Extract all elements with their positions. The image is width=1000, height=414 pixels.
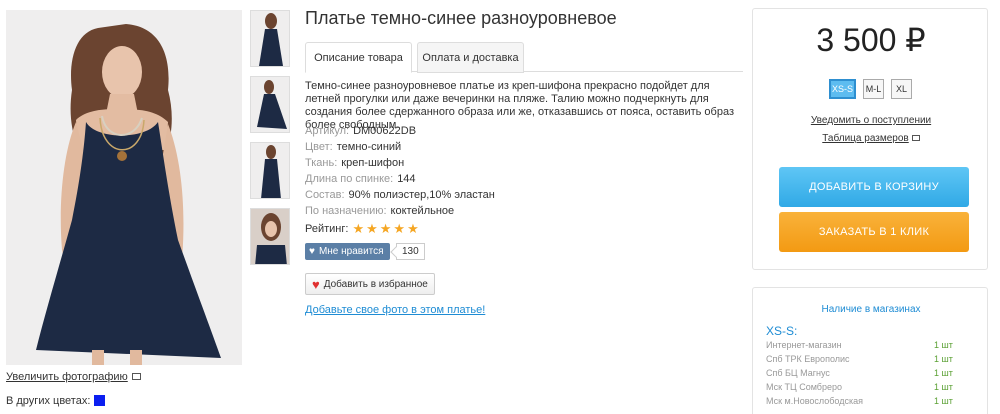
store-name: Спб ТРК Европолис — [766, 354, 850, 364]
store-row: Спб БЦ Магнус 1 шт — [766, 368, 956, 382]
size-xl[interactable]: XL — [891, 79, 912, 99]
prop-key: Длина по спинке: — [305, 173, 394, 185]
currency-symbol: ₽ — [905, 22, 926, 58]
prop-value: 90% полиэстер,10% эластан — [348, 189, 495, 201]
prop-key: Ткань: — [305, 157, 338, 169]
store-row: Мск м.Новослободская 1 шт — [766, 396, 956, 410]
size-table-label: Таблица размеров — [822, 133, 909, 144]
popup-window-icon — [911, 135, 920, 141]
store-qty: 1 шт — [934, 340, 953, 350]
product-tabs: Описание товара Оплата и доставка — [305, 42, 743, 73]
popup-window-icon — [131, 373, 141, 380]
thumbnail-image — [251, 209, 289, 264]
size-selector: XS-S M-L XL — [829, 79, 919, 99]
availability-title: Наличие в магазинах — [821, 304, 921, 315]
store-row: Спб ТРК Европолис 1 шт — [766, 354, 956, 368]
prop-purpose: По назначению: коктейльное — [305, 205, 495, 221]
prop-fabric: Ткань: креп-шифон — [305, 157, 495, 173]
star-icons[interactable]: ★★★★★ — [352, 221, 420, 237]
thumbnail-image — [251, 77, 289, 132]
store-qty: 1 шт — [934, 382, 953, 392]
prop-key: Состав: — [305, 189, 345, 201]
store-name: Мск м.Новослободская — [766, 396, 864, 406]
store-row: Интернет-магазин 1 шт — [766, 340, 956, 354]
add-to-cart-button[interactable]: ДОБАВИТЬ В КОРЗИНУ — [779, 167, 969, 207]
thumbnail-strip — [250, 10, 290, 274]
price: 3 500 ₽ — [753, 21, 989, 59]
store-qty: 1 шт — [934, 368, 953, 378]
size-table-link[interactable]: Таблица размеров — [753, 133, 989, 144]
availability-size: XS-S: — [766, 324, 798, 338]
likes: ♥ Мне нравится 130 — [305, 243, 425, 260]
prop-color: Цвет: темно-синий — [305, 141, 495, 157]
prop-composition: Состав: 90% полиэстер,10% эластан — [305, 189, 495, 205]
color-swatch-blue[interactable] — [94, 395, 106, 406]
availability-list: Интернет-магазин 1 шт Спб ТРК Европолис 1 … — [766, 340, 956, 410]
prop-value: креп-шифон — [341, 157, 405, 169]
model-photo — [6, 10, 242, 365]
prop-article: Артикул: DM00622DB — [305, 125, 495, 141]
size-m-l[interactable]: M-L — [863, 79, 884, 99]
size-xs-s[interactable]: XS-S — [829, 79, 856, 99]
prop-length: Длина по спинке: 144 — [305, 173, 495, 189]
one-click-order-button[interactable]: ЗАКАЗАТЬ В 1 КЛИК — [779, 212, 969, 252]
store-qty: 1 шт — [934, 354, 953, 364]
prop-key: Артикул: — [305, 125, 350, 137]
price-value: 3 500 — [816, 22, 897, 58]
thumbnail-1[interactable] — [250, 10, 290, 67]
prop-key: Цвет: — [305, 141, 333, 153]
rating-label: Рейтинг: — [305, 223, 349, 235]
thumbnail-image — [251, 11, 289, 66]
like-count: 130 — [396, 243, 425, 260]
like-label: Мне нравится — [318, 246, 384, 257]
prop-value: коктейльное — [390, 205, 455, 217]
favorites-label: Добавить в избранное — [323, 278, 428, 290]
like-button[interactable]: ♥ Мне нравится — [305, 243, 390, 260]
product-properties: Артикул: DM00622DB Цвет: темно-синий Ткань… — [305, 125, 495, 221]
store-availability: Наличие в магазинах XS-S: Интернет-магаз… — [752, 287, 988, 414]
store-name: Мск ТЦ Сомбреро — [766, 382, 842, 392]
notify-link[interactable]: Уведомить о поступлении — [753, 115, 989, 126]
product-title: Платье темно-синее разноуровневое — [305, 8, 617, 28]
other-colors-label: В других цветах: — [6, 395, 91, 407]
enlarge-photo-label: Увеличить фотографию — [6, 371, 128, 383]
thumbnail-3[interactable] — [250, 142, 290, 199]
store-qty: 1 шт — [934, 396, 953, 406]
main-product-photo[interactable] — [6, 10, 242, 365]
add-to-favorites-button[interactable]: ♥ Добавить в избранное — [305, 273, 435, 295]
thumbnail-4[interactable] — [250, 208, 290, 265]
store-name: Спб БЦ Магнус — [766, 368, 830, 378]
rating: Рейтинг: ★★★★★ — [305, 221, 421, 237]
thumbnail-image — [251, 143, 289, 198]
prop-key: По назначению: — [305, 205, 387, 217]
heart-icon: ♥ — [312, 276, 320, 292]
other-colors: В других цветах: — [6, 395, 106, 407]
tab-payment-delivery[interactable]: Оплата и доставка — [417, 42, 524, 73]
heart-icon: ♥ — [309, 246, 315, 257]
store-name: Интернет-магазин — [766, 340, 842, 350]
prop-value: темно-синий — [336, 141, 402, 153]
store-row: Мск ТЦ Сомбреро 1 шт — [766, 382, 956, 396]
enlarge-photo-link[interactable]: Увеличить фотографию — [6, 371, 141, 383]
prop-value: DM00622DB — [353, 125, 417, 137]
prop-value: 144 — [397, 173, 416, 185]
add-photo-link[interactable]: Добавьте свое фото в этом платье! — [305, 304, 485, 316]
thumbnail-2[interactable] — [250, 76, 290, 133]
buy-box: 3 500 ₽ XS-S M-L XL Уведомить о поступле… — [752, 8, 988, 270]
tab-description[interactable]: Описание товара — [305, 42, 412, 73]
